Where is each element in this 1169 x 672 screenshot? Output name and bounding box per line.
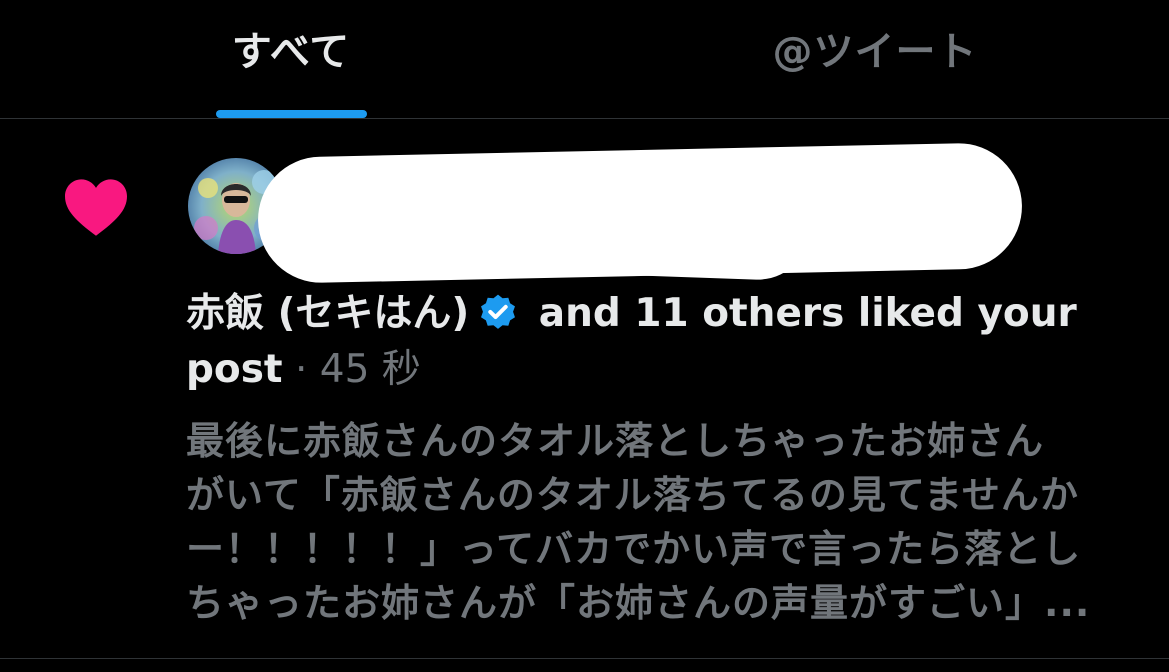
tab-all[interactable]: すべて — [196, 0, 386, 118]
divider — [0, 658, 1169, 659]
tab-all-label: すべて — [231, 29, 351, 75]
actor-name[interactable]: 赤飯 (セキはん) — [186, 291, 469, 336]
redaction-overlay — [268, 158, 812, 282]
notification-headline: 赤飯 (セキはん) and 11 others liked your post … — [186, 286, 1086, 398]
verified-badge-icon — [481, 294, 516, 329]
notification-tabs: すべて @ツイート — [0, 0, 1169, 119]
liked-post-text[interactable]: 最後に赤飯さんのタオル落としちゃったお姉さん がいて「赤飯さんのタオル落ちてるの… — [186, 414, 1146, 630]
tab-mentions[interactable]: @ツイート — [745, 0, 1005, 118]
active-tab-indicator — [216, 110, 367, 118]
tab-mentions-label: @ツイート — [772, 29, 978, 75]
notification-time: 45 秒 — [319, 347, 421, 392]
meta-separator: · — [282, 347, 320, 392]
heart-icon — [65, 179, 127, 236]
